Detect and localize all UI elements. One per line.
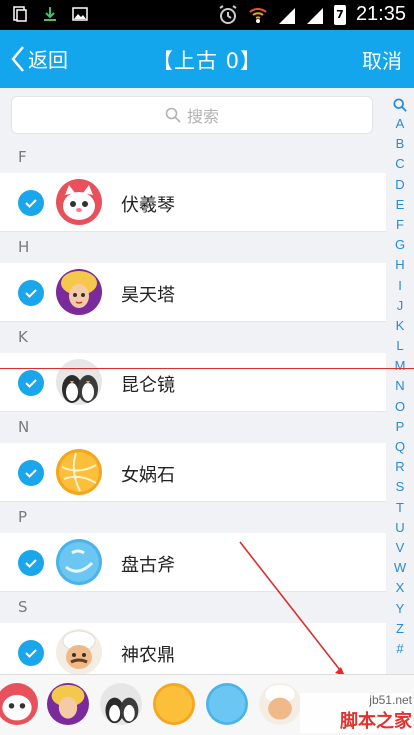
- selected-avatar[interactable]: [206, 683, 248, 725]
- status-bar: 7 21:35: [0, 0, 414, 30]
- game-girl-avatar: [56, 269, 102, 315]
- list-item[interactable]: 盘古斧: [0, 533, 386, 592]
- check-icon: [25, 649, 37, 658]
- watermark-url: jb51.net: [369, 693, 412, 707]
- orange-ball-avatar: [56, 449, 102, 495]
- list-item[interactable]: 伏羲琴: [0, 173, 386, 232]
- index-letter[interactable]: G: [395, 235, 405, 255]
- selected-avatar[interactable]: [47, 683, 89, 725]
- wifi-icon: [249, 7, 267, 23]
- signal-icon-2: [306, 7, 323, 24]
- download-icon: [44, 7, 56, 21]
- search-area: 搜索: [0, 88, 386, 142]
- check-icon: [25, 559, 37, 568]
- alarm-icon: [219, 4, 237, 24]
- index-letter[interactable]: Z: [396, 619, 404, 639]
- section-header: P: [0, 502, 386, 533]
- checked-checkbox[interactable]: [18, 190, 44, 216]
- index-letter[interactable]: A: [396, 114, 405, 134]
- section-header: H: [0, 232, 386, 263]
- index-letter[interactable]: X: [396, 578, 405, 598]
- search-placeholder: 搜索: [186, 107, 219, 126]
- search-icon: [165, 107, 181, 123]
- selected-avatar[interactable]: [153, 683, 195, 725]
- contact-name: 神农鼎: [121, 645, 175, 666]
- pink-cat-avatar: [56, 179, 102, 225]
- annotation-line: [0, 368, 414, 369]
- contact-name: 伏羲琴: [121, 195, 175, 216]
- index-letter[interactable]: I: [398, 276, 402, 296]
- list-item[interactable]: 昆仑镜: [0, 353, 386, 412]
- selected-avatar[interactable]: [0, 683, 38, 725]
- contact-name: 昊天塔: [121, 285, 175, 306]
- index-letter[interactable]: H: [395, 255, 404, 275]
- index-letter[interactable]: Y: [396, 599, 405, 619]
- signal-icon: [278, 7, 295, 24]
- battery-icon: 7: [333, 4, 346, 25]
- index-letter[interactable]: F: [396, 215, 404, 235]
- battery-level: 7: [336, 7, 344, 21]
- section-header: N: [0, 412, 386, 443]
- index-letter[interactable]: Q: [395, 437, 405, 457]
- index-letter[interactable]: J: [397, 296, 404, 316]
- contact-name: 盘古斧: [121, 555, 175, 576]
- watermark: jb51.net 脚本之家: [300, 693, 412, 733]
- index-letter[interactable]: W: [394, 558, 406, 578]
- index-letter[interactable]: #: [396, 639, 403, 659]
- checked-checkbox[interactable]: [18, 280, 44, 306]
- check-icon: [25, 469, 37, 478]
- clipboard-icon: [13, 6, 27, 22]
- index-letter[interactable]: M: [395, 356, 406, 376]
- index-letter[interactable]: O: [395, 397, 405, 417]
- check-icon: [25, 379, 37, 388]
- check-icon: [25, 289, 37, 298]
- alphabet-index[interactable]: A B C D E F G H I J K L M N O P Q R S T …: [386, 98, 414, 659]
- index-letter[interactable]: L: [396, 336, 403, 356]
- index-letter[interactable]: K: [396, 316, 405, 336]
- contact-list: F 伏羲琴 H 昊天塔 K 昆仑镜 N 女娲石 P 盘古斧 S 神农鼎: [0, 142, 386, 682]
- section-header: S: [0, 592, 386, 623]
- index-letter[interactable]: D: [395, 175, 404, 195]
- list-item[interactable]: 女娲石: [0, 443, 386, 502]
- image-icon: [72, 7, 88, 21]
- watermark-text: 脚本之家: [340, 711, 412, 732]
- index-letter[interactable]: E: [396, 195, 405, 215]
- penguin-avatar: [56, 359, 102, 405]
- index-letter[interactable]: B: [396, 134, 405, 154]
- clock: 21:35: [355, 3, 406, 25]
- index-letter[interactable]: V: [396, 538, 405, 558]
- section-header: K: [0, 322, 386, 353]
- index-letter[interactable]: U: [395, 518, 404, 538]
- section-header: F: [0, 142, 386, 173]
- checked-checkbox[interactable]: [18, 370, 44, 396]
- checked-checkbox[interactable]: [18, 640, 44, 666]
- index-letter[interactable]: N: [395, 376, 404, 396]
- checked-checkbox[interactable]: [18, 550, 44, 576]
- search-input[interactable]: 搜索: [11, 96, 373, 134]
- index-letter[interactable]: T: [396, 498, 404, 518]
- nav-bar: 返回 【上古 0】 取消: [0, 30, 414, 88]
- contact-name: 昆仑镜: [121, 375, 175, 396]
- selected-bar: jb51.net 脚本之家: [0, 674, 414, 735]
- blue-swirl-avatar: [56, 539, 102, 585]
- page-title: 【上古 0】: [151, 49, 263, 73]
- index-letter[interactable]: C: [395, 154, 404, 174]
- selected-avatar[interactable]: [259, 683, 301, 725]
- check-icon: [25, 199, 37, 208]
- chef-avatar: [56, 629, 102, 675]
- cancel-button[interactable]: 取消: [362, 45, 402, 74]
- checked-checkbox[interactable]: [18, 460, 44, 486]
- index-letter[interactable]: P: [396, 417, 405, 437]
- selected-avatar[interactable]: [100, 683, 142, 725]
- index-letter[interactable]: S: [396, 477, 405, 497]
- screen: 7 21:35 返回 【上古 0】 取消 搜索 F 伏羲琴 H 昊天塔 K 昆仑…: [0, 0, 414, 735]
- list-item[interactable]: 昊天塔: [0, 263, 386, 322]
- index-letter[interactable]: R: [395, 457, 404, 477]
- search-icon[interactable]: [393, 98, 407, 112]
- contact-name: 女娲石: [121, 465, 175, 486]
